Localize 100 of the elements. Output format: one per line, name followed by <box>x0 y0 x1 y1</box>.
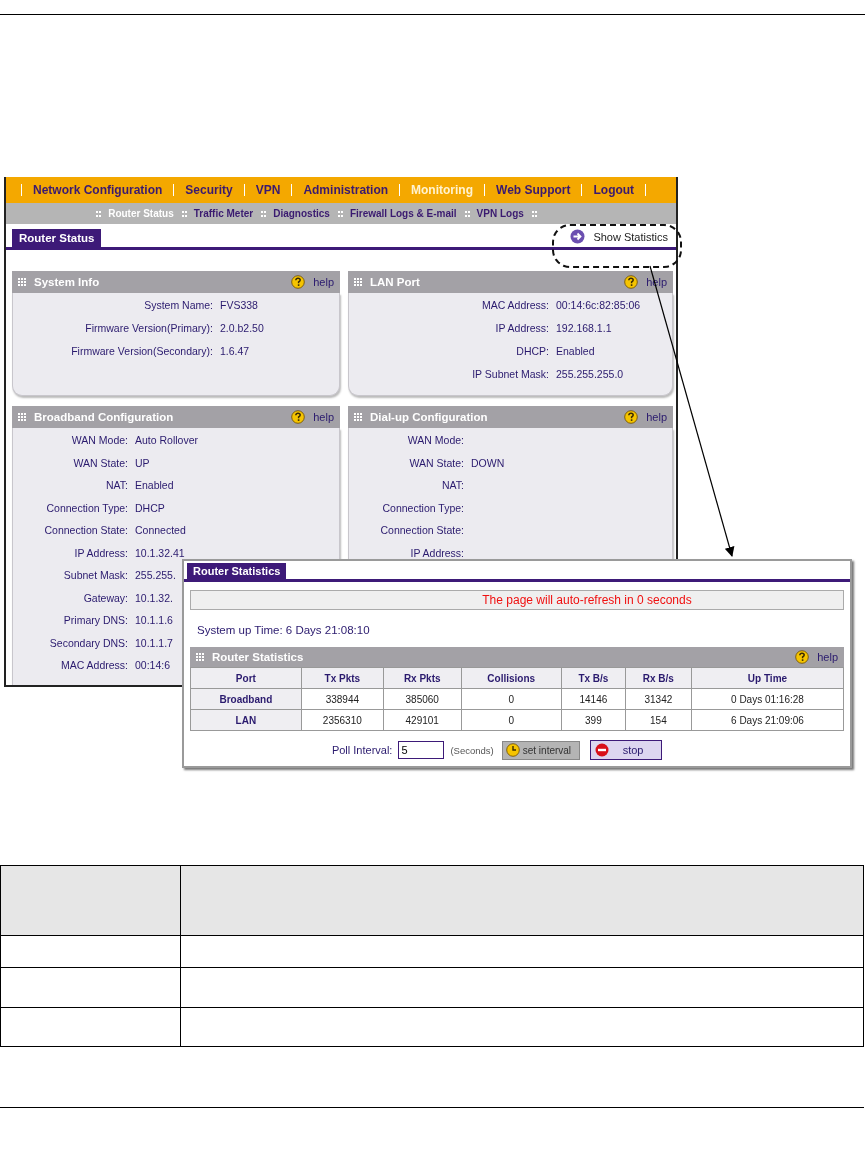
table-cell: 14146 <box>561 688 626 710</box>
field-value: DHCP <box>135 501 165 515</box>
field-label: Subnet Mask: <box>62 569 128 582</box>
column-header: Tx Pkts <box>301 667 384 689</box>
nav-item[interactable]: VPN <box>255 183 281 197</box>
page-tab[interactable]: Router Status <box>12 229 102 247</box>
nav-item[interactable]: Logout <box>593 183 635 197</box>
column-header: Up Time <box>691 667 844 689</box>
stop-icon <box>595 743 610 757</box>
grip-icon <box>196 652 204 662</box>
help-link[interactable]: help <box>646 411 667 423</box>
field-value: 10.1.32.41 <box>135 546 185 560</box>
field-value: 00:14:6 <box>135 659 171 672</box>
grip-icon <box>18 277 26 287</box>
table-cell: 31342 <box>625 688 692 710</box>
poll-label: Poll Interval: <box>331 744 393 756</box>
field-label: Connection State: <box>379 524 464 537</box>
field-label: WAN State: <box>408 456 464 470</box>
panel-title: Broadband Configuration <box>34 411 175 423</box>
sub-nav-item[interactable]: VPN Logs <box>476 208 524 219</box>
help-icon[interactable] <box>291 410 306 424</box>
table-cell: 429101 <box>383 709 461 731</box>
field-label: NAT: <box>441 479 464 492</box>
table-cell: 0 <box>461 709 562 731</box>
field-value: 192.168.1.1 <box>556 322 612 335</box>
sub-nav-item[interactable]: Firewall Logs & E-mail <box>349 208 457 219</box>
field-value: 00:14:6c:82:85:06 <box>556 299 641 312</box>
field-label: System Name: <box>143 299 213 312</box>
table-cell: 385060 <box>383 688 461 710</box>
table-cell: 6 Days 21:09:06 <box>691 709 844 731</box>
field-label: Connection Type: <box>45 501 128 515</box>
field-value: Enabled <box>556 345 595 358</box>
panel-title: LAN Port <box>370 276 421 288</box>
row-header: LAN <box>190 709 302 731</box>
set-interval-button[interactable]: set interval <box>501 740 581 760</box>
column-header: Tx B/s <box>561 667 626 689</box>
field-label: Primary DNS: <box>62 614 128 627</box>
show-statistics-link[interactable]: Show Statistics <box>593 230 668 243</box>
field-value: FVS338 <box>220 299 258 312</box>
help-icon[interactable] <box>291 275 306 289</box>
uptime-text: System up Time: 6 Days 21:08:10 <box>197 624 371 636</box>
column-header: Rx B/s <box>625 667 692 689</box>
column-header: Rx Pkts <box>383 667 461 689</box>
field-value: 255.255.255.0 <box>556 368 624 381</box>
grip-icon <box>18 412 26 422</box>
field-label: DHCP: <box>515 345 549 358</box>
field-label: Firmware Version(Secondary): <box>70 345 213 358</box>
sub-nav-item[interactable]: Traffic Meter <box>193 208 254 219</box>
field-value: UP <box>135 456 150 470</box>
nav-item[interactable]: Web Support <box>496 183 571 197</box>
column-header: Port <box>190 667 302 689</box>
help-link[interactable]: help <box>313 276 334 288</box>
panel-title: Dial-up Configuration <box>370 411 489 423</box>
panel-title: System Info <box>34 276 101 288</box>
field-label: Firmware Version(Primary): <box>84 322 213 335</box>
field-label: IP Address: <box>494 322 549 335</box>
field-label: MAC Address: <box>480 299 549 312</box>
field-value: 10.1.1.7 <box>135 636 173 650</box>
help-link[interactable]: help <box>817 651 838 663</box>
field-value: 1.6.47 <box>220 345 250 358</box>
help-icon[interactable] <box>624 410 639 424</box>
field-label: WAN State: <box>72 456 128 470</box>
field-value: 10.1.1.6 <box>135 614 173 627</box>
table-cell: 0 Days 01:16:28 <box>691 688 844 710</box>
grip-icon <box>354 277 362 287</box>
field-label: Connection State: <box>43 524 128 537</box>
table-cell: 338944 <box>301 688 384 710</box>
field-label: IP Address: <box>73 546 128 560</box>
nav-item[interactable]: Administration <box>303 183 389 197</box>
sub-nav-item[interactable]: Diagnostics <box>273 208 330 219</box>
nav-item[interactable]: Network Configuration <box>33 183 163 197</box>
arrow-circle-icon[interactable] <box>570 229 586 244</box>
field-value: 10.1.32. <box>135 591 173 605</box>
field-value: Auto Rollover <box>135 434 199 447</box>
nav-item[interactable]: Security <box>185 183 233 197</box>
field-label: WAN Mode: <box>70 434 128 447</box>
help-icon[interactable] <box>624 275 639 289</box>
table-cell: 0 <box>461 688 562 710</box>
field-label: Secondary DNS: <box>48 636 128 650</box>
row-header: Broadband <box>190 688 302 710</box>
stop-button[interactable]: stop <box>590 740 663 760</box>
grip-icon <box>354 412 362 422</box>
help-link[interactable]: help <box>313 411 334 423</box>
column-header: Collisions <box>461 667 562 689</box>
poll-interval-field[interactable]: 5 <box>398 741 445 759</box>
help-icon[interactable] <box>795 650 810 664</box>
clock-icon <box>505 743 520 757</box>
unit-label: (Seconds) <box>450 744 494 756</box>
table-cell: 154 <box>625 709 692 731</box>
field-label: Gateway: <box>82 591 128 605</box>
table-cell: 399 <box>561 709 626 731</box>
field-label: IP Address: <box>409 546 464 560</box>
table-cell: 2356310 <box>301 709 384 731</box>
field-value: 2.0.b2.50 <box>220 322 264 335</box>
section-title: Router Statistics <box>212 651 305 663</box>
field-label: MAC Address: <box>59 659 128 672</box>
field-value: Connected <box>135 524 186 537</box>
field-label: WAN Mode: <box>406 434 464 447</box>
field-value: Enabled <box>135 479 174 492</box>
window-tab[interactable]: Router Statistics <box>187 563 287 579</box>
